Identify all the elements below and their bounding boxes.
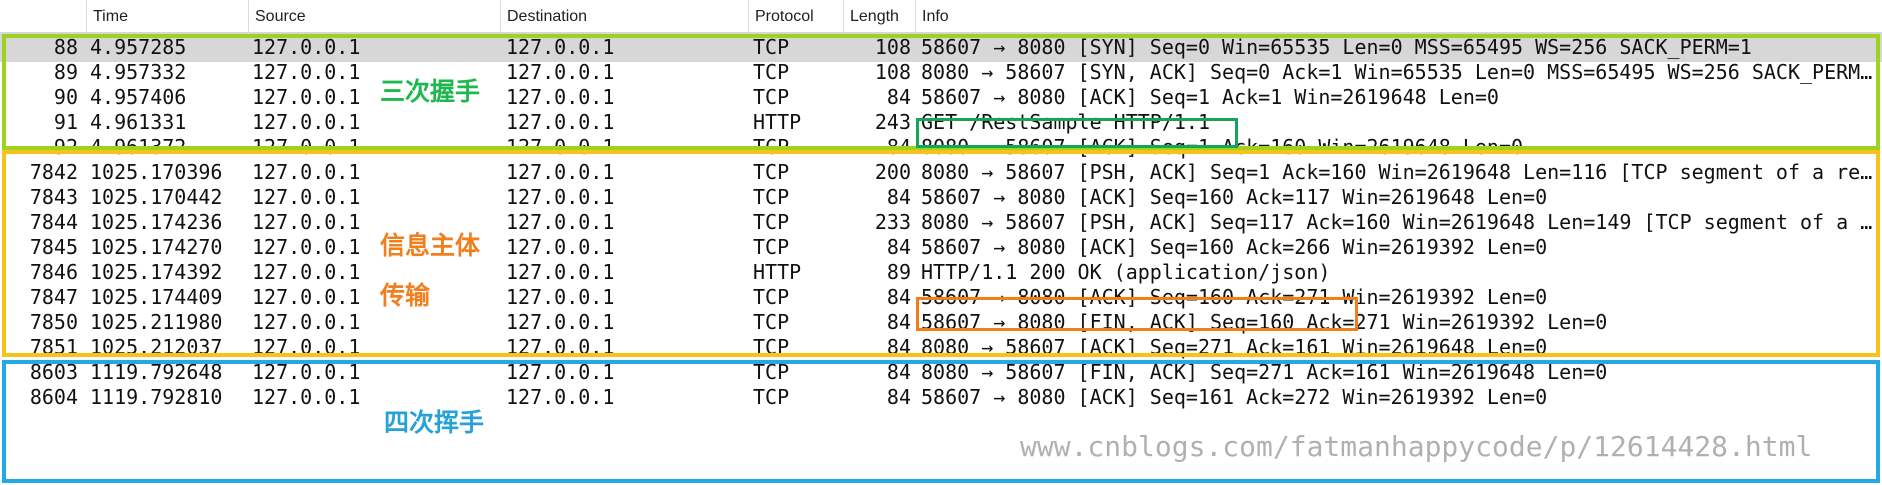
teardown-label: 四次挥手	[384, 408, 485, 437]
column-header-time[interactable]: Time	[86, 0, 248, 34]
column-header-length[interactable]: Length	[843, 0, 915, 34]
teardown-group-box	[2, 360, 1880, 483]
transfer-label-line1: 信息主体	[380, 231, 481, 260]
http-request-highlight	[916, 118, 1238, 148]
watermark-url: www.cnblogs.com/fatmanhappycode/p/126144…	[1020, 430, 1813, 463]
http-response-highlight	[916, 297, 1358, 331]
transfer-label-line2: 传输	[380, 281, 431, 310]
column-header-protocol[interactable]: Protocol	[748, 0, 843, 34]
column-header-no[interactable]	[0, 0, 86, 34]
handshake-label: 三次握手	[380, 77, 481, 106]
column-header-source[interactable]: Source	[248, 0, 500, 34]
column-header-info[interactable]: Info	[915, 0, 1882, 34]
column-header-destination[interactable]: Destination	[500, 0, 748, 34]
packet-list-header: Time Source Destination Protocol Length …	[0, 0, 1882, 35]
